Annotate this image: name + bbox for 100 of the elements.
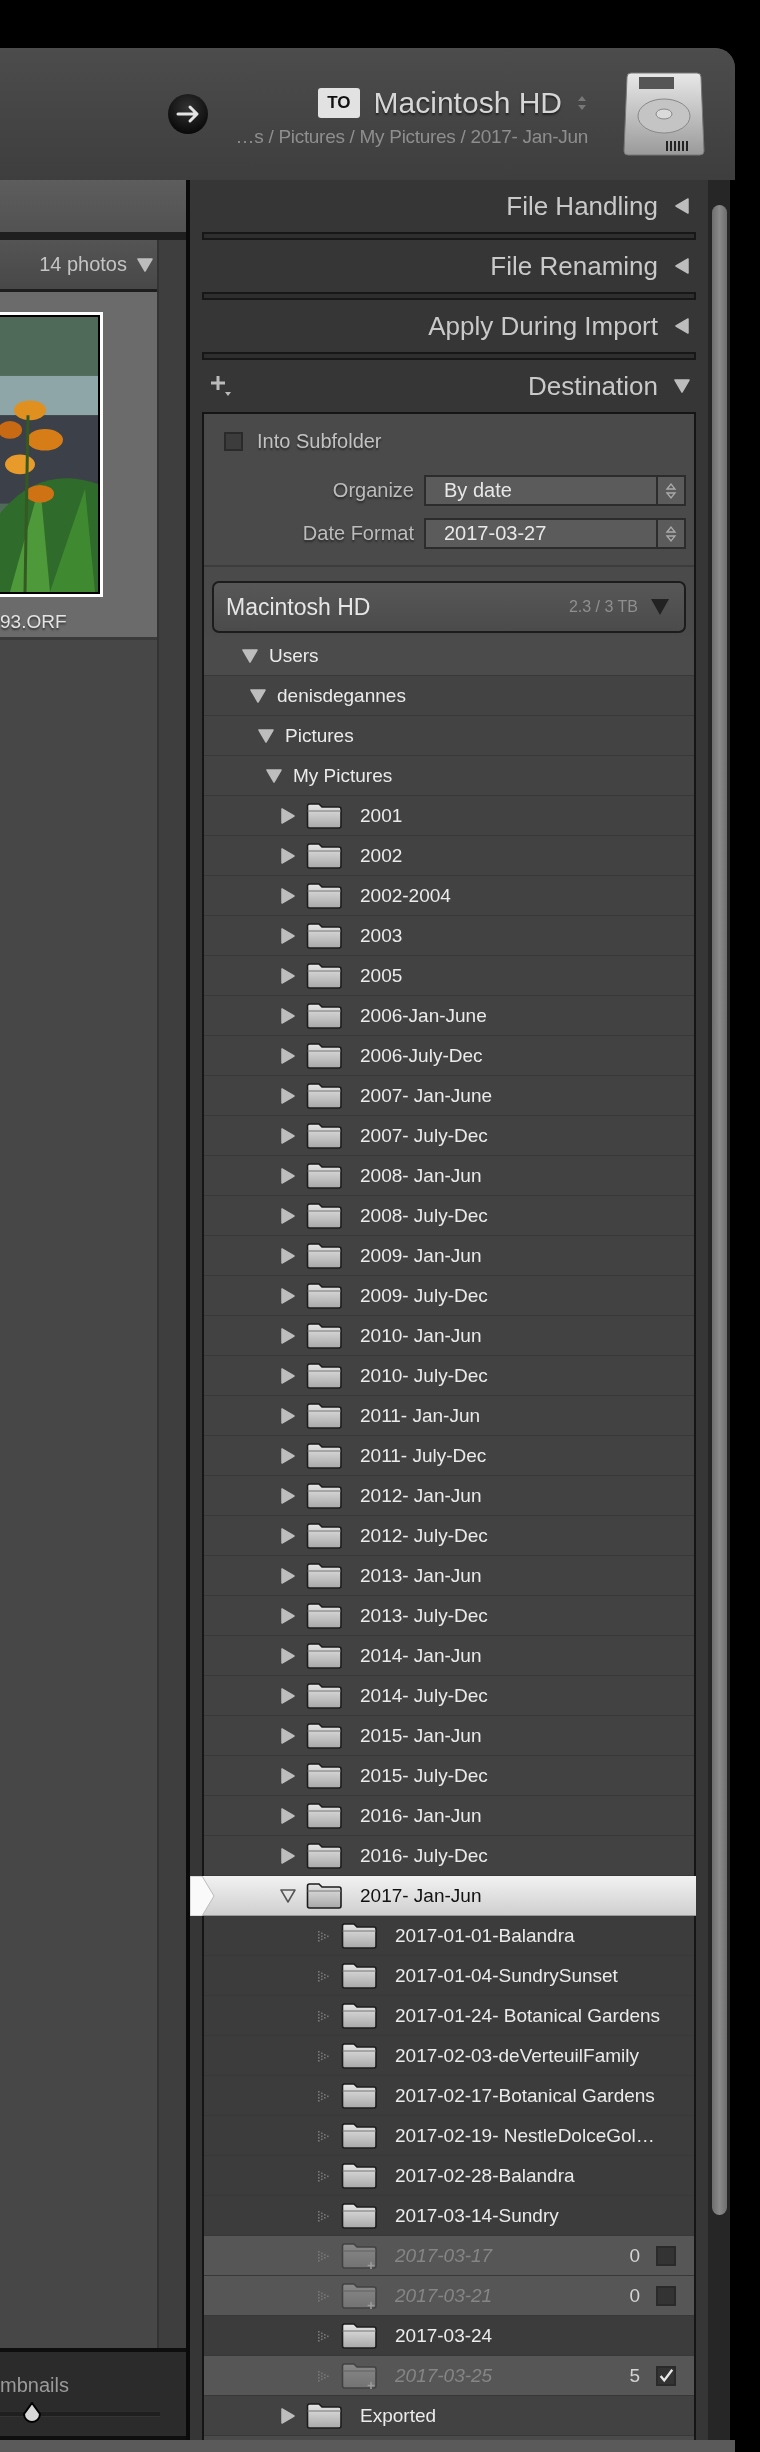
folder-row[interactable]: 2017-02-19- NestleDolceGol… <box>204 2116 694 2156</box>
folder-row[interactable]: 2010- Jan-Jun <box>204 1316 694 1356</box>
right-triangle-icon[interactable] <box>280 967 296 984</box>
folder-row[interactable]: 2017- Jan-Jun <box>190 1876 696 1916</box>
volume-header[interactable]: Macintosh HD 2.3 / 3 TB <box>212 581 686 633</box>
folder-row[interactable]: 2002-2004 <box>204 876 694 916</box>
right-triangle-icon[interactable] <box>280 1407 296 1424</box>
folder-row[interactable]: 2013- July-Dec <box>204 1596 694 1636</box>
folder-icon <box>341 2121 379 2150</box>
right-triangle-icon[interactable] <box>280 1647 296 1664</box>
right-triangle-icon[interactable] <box>280 1207 296 1224</box>
folder-row[interactable]: 2017-03-24 <box>204 2316 694 2356</box>
folder-row[interactable]: 2008- Jan-Jun <box>204 1156 694 1196</box>
down-triangle-icon[interactable] <box>250 687 266 704</box>
volume-name[interactable]: Macintosh HD <box>373 86 562 120</box>
right-triangle-icon[interactable] <box>280 1127 296 1144</box>
folder-row[interactable]: 2009- Jan-Jun <box>204 1236 694 1276</box>
section-header[interactable]: Apply During Import <box>190 300 708 352</box>
down-triangle-icon[interactable] <box>280 1887 296 1904</box>
down-triangle-icon[interactable] <box>258 727 274 744</box>
folder-row[interactable]: 2016- Jan-Jun <box>204 1796 694 1836</box>
right-triangle-icon[interactable] <box>280 847 296 864</box>
right-triangle-icon[interactable] <box>280 1007 296 1024</box>
folder-row[interactable]: 2014- July-Dec <box>204 1676 694 1716</box>
folder-row[interactable]: 2012- July-Dec <box>204 1516 694 1556</box>
folder-row[interactable]: 2007- July-Dec <box>204 1116 694 1156</box>
right-triangle-icon[interactable] <box>280 2407 296 2424</box>
right-triangle-icon[interactable] <box>280 1087 296 1104</box>
left-triangle-icon[interactable] <box>674 318 690 334</box>
right-triangle-icon[interactable] <box>280 887 296 904</box>
to-badge: TO <box>318 88 360 118</box>
folder-row[interactable]: 2017-01-24- Botanical Gardens <box>204 1996 694 2036</box>
right-triangle-icon[interactable] <box>280 927 296 944</box>
right-triangle-icon[interactable] <box>280 1527 296 1544</box>
folder-row[interactable]: Exported <box>204 2396 694 2436</box>
folder-row[interactable]: 2008- July-Dec <box>204 1196 694 1236</box>
folder-row[interactable]: 2015- July-Dec <box>204 1756 694 1796</box>
down-triangle-icon[interactable] <box>674 378 690 394</box>
folder-row[interactable]: 2007- Jan-June <box>204 1076 694 1116</box>
dropdown[interactable]: By date <box>424 475 686 506</box>
right-triangle-icon[interactable] <box>280 1487 296 1504</box>
left-triangle-icon[interactable] <box>674 258 690 274</box>
folder-row[interactable]: 2001 <box>204 796 694 836</box>
folder-row[interactable]: 2017-02-03-deVerteuilFamily <box>204 2036 694 2076</box>
slider-thumb[interactable] <box>21 2402 43 2424</box>
down-triangle-icon[interactable] <box>242 647 258 664</box>
hard-drive-icon[interactable] <box>623 71 705 157</box>
folder-row[interactable]: 2017-02-17-Botanical Gardens <box>204 2076 694 2116</box>
right-triangle-icon[interactable] <box>280 1247 296 1264</box>
arrow-right-icon[interactable] <box>167 93 209 135</box>
folder-icon <box>306 1001 344 1030</box>
folder-row[interactable]: 2013- Jan-Jun <box>204 1556 694 1596</box>
folder-row[interactable]: 2002 <box>204 836 694 876</box>
checkbox[interactable] <box>224 432 243 451</box>
folder-row[interactable]: Pictures <box>204 716 694 756</box>
right-triangle-icon[interactable] <box>280 1687 296 1704</box>
folder-row[interactable]: 2009- July-Dec <box>204 1276 694 1316</box>
down-triangle-icon[interactable] <box>266 767 282 784</box>
right-triangle-icon[interactable] <box>280 1287 296 1304</box>
folder-row[interactable]: My Pictures <box>204 756 694 796</box>
right-triangle-icon[interactable] <box>280 1047 296 1064</box>
down-triangle-icon[interactable] <box>137 256 153 273</box>
folder-row[interactable]: 2017-01-04-SundrySunset <box>204 1956 694 1996</box>
folder-row[interactable]: 2016- July-Dec <box>204 1836 694 1876</box>
import-checkbox[interactable] <box>656 2365 676 2386</box>
right-triangle-icon[interactable] <box>280 1807 296 1824</box>
section-header[interactable]: File Renaming <box>190 240 708 292</box>
folder-row[interactable]: 2006-July-Dec <box>204 1036 694 1076</box>
folder-row[interactable]: 2011- Jan-Jun <box>204 1396 694 1436</box>
folder-row[interactable]: 2017-02-28-Balandra <box>204 2156 694 2196</box>
right-triangle-icon[interactable] <box>280 1327 296 1344</box>
right-triangle-icon[interactable] <box>280 1767 296 1784</box>
right-triangle-icon[interactable] <box>280 1727 296 1744</box>
right-triangle-icon[interactable] <box>280 1567 296 1584</box>
folder-row[interactable]: 2006-Jan-June <box>204 996 694 1036</box>
right-triangle-icon[interactable] <box>280 1447 296 1464</box>
folder-row[interactable]: 2010- July-Dec <box>204 1356 694 1396</box>
folder-row[interactable]: 2017-01-01-Balandra <box>204 1916 694 1956</box>
folder-row[interactable]: 2005 <box>204 956 694 996</box>
folder-row[interactable]: 2015- Jan-Jun <box>204 1716 694 1756</box>
dropdown[interactable]: 2017-03-27 <box>424 518 686 549</box>
section-header[interactable]: File Handling <box>190 180 708 232</box>
right-triangle-icon[interactable] <box>280 1167 296 1184</box>
right-triangle-icon[interactable] <box>280 1367 296 1384</box>
folder-row[interactable]: 2012- Jan-Jun <box>204 1476 694 1516</box>
scrollbar[interactable] <box>712 205 727 2215</box>
folder-row[interactable]: 2017-03-14-Sundry <box>204 2196 694 2236</box>
import-checkbox[interactable] <box>656 2285 676 2306</box>
section-header[interactable]: Destination <box>190 360 708 412</box>
plus-icon[interactable] <box>210 374 234 398</box>
import-checkbox[interactable] <box>656 2245 676 2266</box>
folder-row[interactable]: 2003 <box>204 916 694 956</box>
right-triangle-icon[interactable] <box>280 1607 296 1624</box>
folder-row[interactable]: 2011- July-Dec <box>204 1436 694 1476</box>
folder-row[interactable]: 2014- Jan-Jun <box>204 1636 694 1676</box>
right-triangle-icon[interactable] <box>280 1847 296 1864</box>
right-triangle-icon[interactable] <box>280 807 296 824</box>
left-triangle-icon[interactable] <box>674 198 690 214</box>
folder-icon <box>306 1601 344 1630</box>
folder-row[interactable]: denisdegannes <box>204 676 694 716</box>
